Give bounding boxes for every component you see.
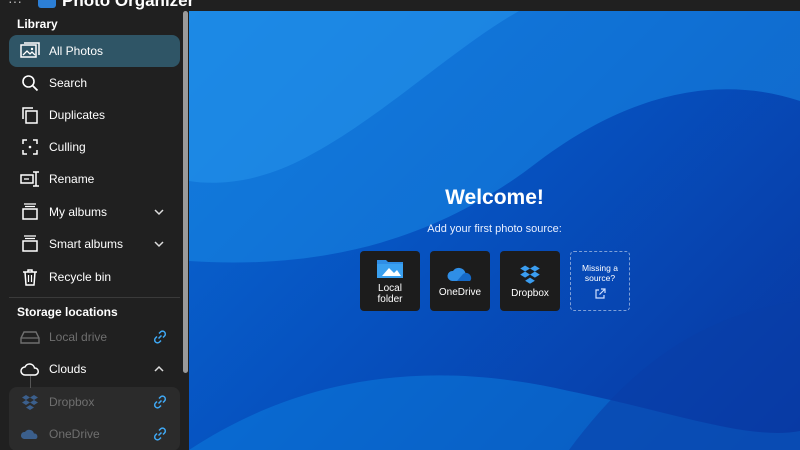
- source-label: folder: [377, 294, 403, 305]
- storage-item-onedrive[interactable]: OneDrive: [9, 418, 180, 450]
- onedrive-icon: [447, 267, 472, 281]
- sidebar-item-label: All Photos: [49, 44, 104, 58]
- photos-icon: [19, 40, 41, 62]
- menu-icon[interactable]: ···: [8, 0, 22, 9]
- sidebar: Library All Photos Search Duplicates Cul…: [0, 11, 189, 450]
- sidebar-item-search[interactable]: Search: [9, 67, 180, 99]
- dropbox-icon: [520, 264, 540, 284]
- source-label: Dropbox: [511, 287, 549, 299]
- source-tile-missing[interactable]: Missing a source?: [570, 251, 630, 311]
- folder-icon: [377, 260, 403, 278]
- chevron-down-icon[interactable]: [152, 237, 166, 251]
- culling-icon: [19, 136, 41, 158]
- sidebar-item-label: Culling: [49, 140, 86, 154]
- storage-header: Storage locations: [17, 305, 118, 319]
- sidebar-item-smart-albums[interactable]: Smart albums: [9, 228, 180, 260]
- sidebar-item-my-albums[interactable]: My albums: [9, 196, 180, 228]
- chevron-down-icon[interactable]: [152, 205, 166, 219]
- source-label: OneDrive: [438, 286, 482, 298]
- storage-item-label: Dropbox: [49, 395, 95, 409]
- app-logo-icon: [38, 0, 56, 8]
- duplicates-icon: [19, 104, 41, 126]
- storage-item-label: OneDrive: [49, 427, 100, 441]
- onedrive-icon: [19, 423, 41, 445]
- smart-album-icon: [19, 233, 41, 255]
- library-header: Library: [17, 17, 58, 31]
- source-label: Local: [378, 283, 402, 294]
- storage-item-clouds[interactable]: Clouds: [9, 353, 180, 385]
- external-link-icon: [595, 287, 606, 299]
- chevron-up-icon[interactable]: [152, 362, 166, 376]
- source-label: source?: [584, 272, 616, 283]
- sidebar-item-all-photos[interactable]: All Photos: [9, 35, 180, 67]
- sidebar-item-recycle-bin[interactable]: Recycle bin: [9, 261, 180, 293]
- sidebar-item-label: Smart albums: [49, 237, 124, 251]
- link-icon[interactable]: [152, 394, 168, 410]
- welcome-title: Welcome!: [445, 186, 544, 209]
- link-icon[interactable]: [152, 426, 168, 442]
- album-icon: [19, 201, 41, 223]
- search-icon: [19, 72, 41, 94]
- storage-item-dropbox[interactable]: Dropbox: [9, 386, 180, 418]
- rename-icon: [19, 168, 41, 190]
- source-tile-dropbox[interactable]: Dropbox: [500, 251, 560, 311]
- welcome-subtitle: Add your first photo source:: [427, 223, 562, 235]
- sidebar-item-duplicates[interactable]: Duplicates: [9, 99, 180, 131]
- title-bar: ··· Photo Organizer: [0, 0, 800, 11]
- sidebar-item-culling[interactable]: Culling: [9, 131, 180, 163]
- dropbox-icon: [19, 391, 41, 413]
- sidebar-scrollbar[interactable]: [183, 11, 188, 373]
- link-icon[interactable]: [152, 329, 168, 345]
- sidebar-item-rename[interactable]: Rename: [9, 163, 180, 195]
- sidebar-item-label: My albums: [49, 205, 108, 219]
- welcome-panel: Welcome! Add your first photo source: Lo…: [189, 11, 800, 450]
- sidebar-item-label: Rename: [49, 172, 95, 186]
- source-tile-onedrive[interactable]: OneDrive: [430, 251, 490, 311]
- drive-icon: [19, 326, 41, 348]
- source-tile-local-folder[interactable]: Local folder: [360, 251, 420, 311]
- storage-item-label: Local drive: [49, 330, 108, 344]
- divider: [9, 297, 180, 298]
- app-title: Photo Organizer: [62, 0, 195, 10]
- source-label: Missing a: [582, 262, 618, 273]
- storage-item-label: Clouds: [49, 362, 87, 376]
- recycle-bin-icon: [19, 266, 41, 288]
- sidebar-item-label: Recycle bin: [49, 270, 112, 284]
- sidebar-item-label: Search: [49, 76, 88, 90]
- storage-item-local-drive[interactable]: Local drive: [9, 321, 180, 353]
- sidebar-item-label: Duplicates: [49, 108, 106, 122]
